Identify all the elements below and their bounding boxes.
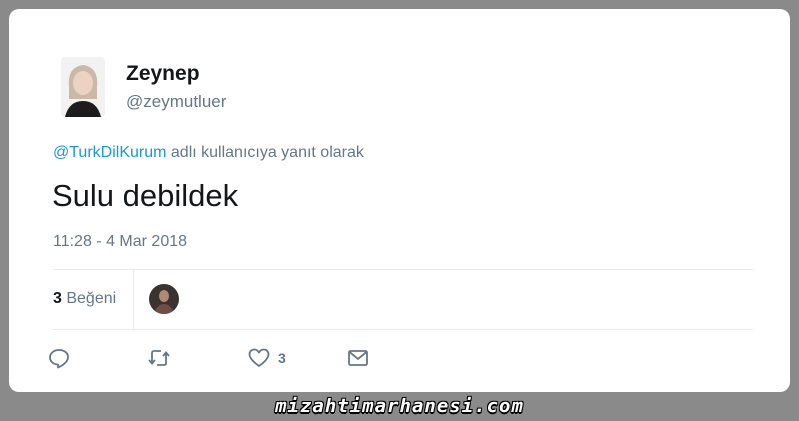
mail-icon <box>348 350 368 366</box>
direct-message-button[interactable] <box>347 347 369 369</box>
stats-divider <box>133 270 134 329</box>
reply-icon <box>49 349 69 369</box>
tweet-text: Sulu debildek <box>52 178 239 213</box>
reply-button[interactable] <box>48 347 70 369</box>
reply-to-link[interactable]: @TurkDilKurum <box>53 144 166 161</box>
like-stats[interactable]: 3 Beğeni <box>53 290 116 308</box>
tweet-stats: 3 Beğeni <box>53 269 753 330</box>
like-count: 3 <box>278 350 286 366</box>
like-stat-label: Beğeni <box>66 290 117 307</box>
retweet-button[interactable] <box>147 347 171 369</box>
display-name[interactable]: Zeynep <box>126 62 200 86</box>
reply-context: @TurkDilKurum adlı kullanıcıya yanıt ola… <box>53 144 364 162</box>
tweet-card: Zeynep @zeymutluer @TurkDilKurum adlı ku… <box>9 9 790 392</box>
heart-icon <box>248 348 270 367</box>
user-handle[interactable]: @zeymutluer <box>126 92 226 112</box>
watermark: mizahtimarhanesi.com <box>275 395 524 417</box>
retweet-icon <box>148 350 170 366</box>
reply-context-text: adlı kullanıcıya yanıt olarak <box>170 144 364 161</box>
like-button[interactable]: 3 <box>248 347 286 369</box>
liker-avatar[interactable] <box>149 284 179 314</box>
avatar[interactable] <box>61 57 105 117</box>
tweet-timestamp[interactable]: 11:28 - 4 Mar 2018 <box>53 233 187 251</box>
like-stat-count: 3 <box>53 290 62 307</box>
